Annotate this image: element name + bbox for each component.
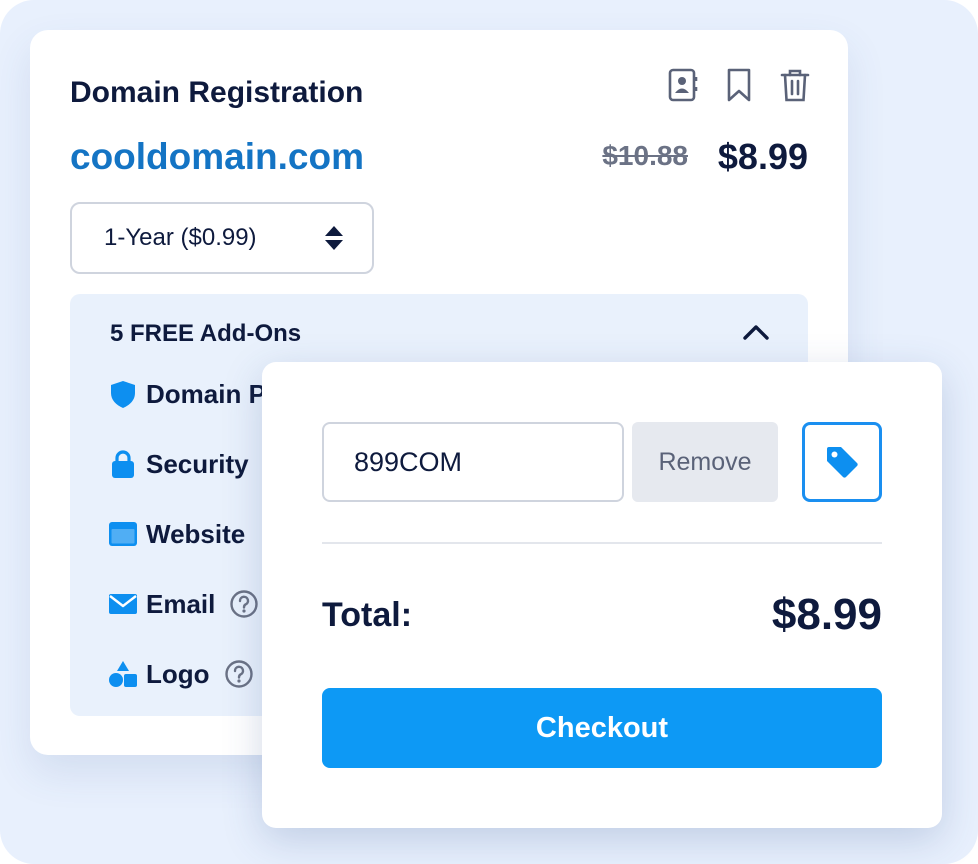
total-label: Total: [322, 596, 413, 634]
addon-item-domain-privacy: Domain P [108, 376, 266, 412]
card-actions [668, 68, 810, 102]
chevron-up-icon[interactable] [742, 320, 770, 344]
checkout-button[interactable]: Checkout [322, 688, 882, 768]
original-price: $10.88 [602, 140, 688, 171]
addon-label: Website [146, 518, 246, 549]
term-select[interactable]: 1-Year ($0.99) [70, 202, 374, 274]
addon-label: Security [146, 448, 249, 479]
help-icon[interactable] [224, 659, 254, 689]
lock-icon [112, 450, 134, 478]
divider [322, 542, 882, 544]
shapes-icon [109, 661, 137, 687]
addon-item-email: Email [108, 586, 259, 622]
remove-promo-button[interactable]: Remove [632, 422, 778, 502]
card-title: Domain Registration [70, 76, 364, 109]
contact-card-icon[interactable] [668, 68, 698, 102]
promo-code-input[interactable] [322, 422, 624, 502]
select-arrows-icon [325, 226, 343, 250]
browser-window-icon [109, 522, 137, 546]
term-select-value: 1-Year ($0.99) [104, 224, 257, 251]
discounted-price: $8.99 [717, 136, 808, 177]
addon-label: Domain P [146, 378, 266, 409]
shield-icon [111, 381, 135, 408]
addons-title: 5 FREE Add-Ons [110, 320, 302, 347]
tag-icon [827, 447, 858, 478]
addon-label: Email [146, 588, 216, 619]
domain-name: cooldomain.com [70, 136, 364, 177]
envelope-icon [109, 594, 137, 614]
total-value: $8.99 [771, 590, 882, 639]
addon-label: Logo [146, 658, 210, 689]
bookmark-icon[interactable] [724, 68, 754, 102]
addon-item-logo: Logo [108, 656, 254, 692]
addon-item-website: Website [108, 516, 245, 552]
trash-icon[interactable] [780, 68, 810, 102]
help-icon[interactable] [229, 589, 259, 619]
addon-item-security: Security [108, 446, 249, 482]
checkout-card: Remove Total: $8.99 Checkout [262, 362, 942, 828]
apply-promo-button[interactable] [802, 422, 882, 502]
